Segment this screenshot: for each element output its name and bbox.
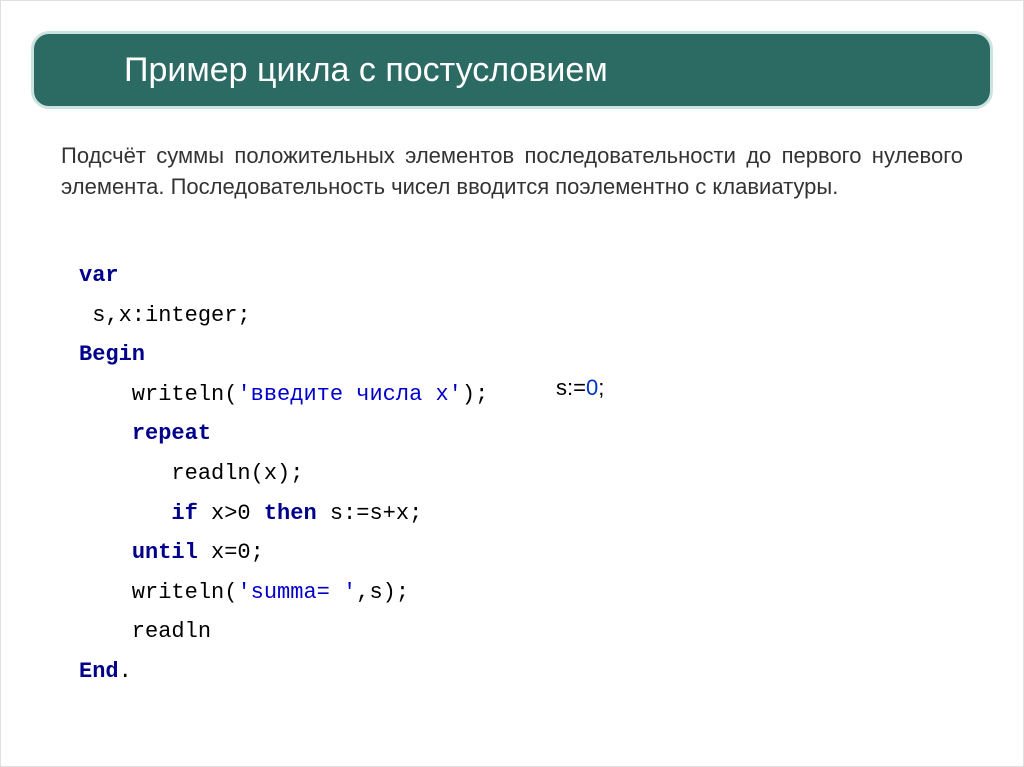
problem-statement: Подсчёт суммы положительных элементов по… [61,141,963,203]
code-line-4a: writeln( [79,382,237,407]
indent-7 [79,501,171,526]
code-line-10: readln [79,619,211,644]
code-line-6: readln(x); [79,461,303,486]
kw-end: End [79,659,119,684]
code-line-2: s,x:integer; [79,303,251,328]
title-bar: Пример цикла с постусловием [31,31,993,109]
kw-then: then [264,501,317,526]
indent-5 [79,421,132,446]
kw-begin: Begin [79,342,145,367]
code-line-7b: x>0 [198,501,264,526]
kw-var: var [79,263,119,288]
indent-8 [79,540,132,565]
annotation-init: s:=0; [556,375,604,401]
code-example: var s,x:integer; Begin writeln('введите … [79,256,488,692]
string-1: 'введите числа x' [237,382,461,407]
kw-if: if [171,501,197,526]
slide: Пример цикла с постусловием Подсчёт сумм… [0,0,1024,767]
kw-until: until [132,540,198,565]
ann-a: s:= [556,375,586,400]
code-line-11b: . [119,659,132,684]
code-line-8b: x=0; [198,540,264,565]
code-line-4b: ); [462,382,488,407]
kw-repeat: repeat [132,421,211,446]
code-line-9b: ,s); [356,580,409,605]
slide-title: Пример цикла с постусловием [124,51,608,90]
code-line-9a: writeln( [79,580,237,605]
string-2: 'summa= ' [237,580,356,605]
ann-b: ; [598,375,604,400]
ann-zero: 0 [586,375,598,400]
code-line-7c: s:=s+x; [317,501,423,526]
